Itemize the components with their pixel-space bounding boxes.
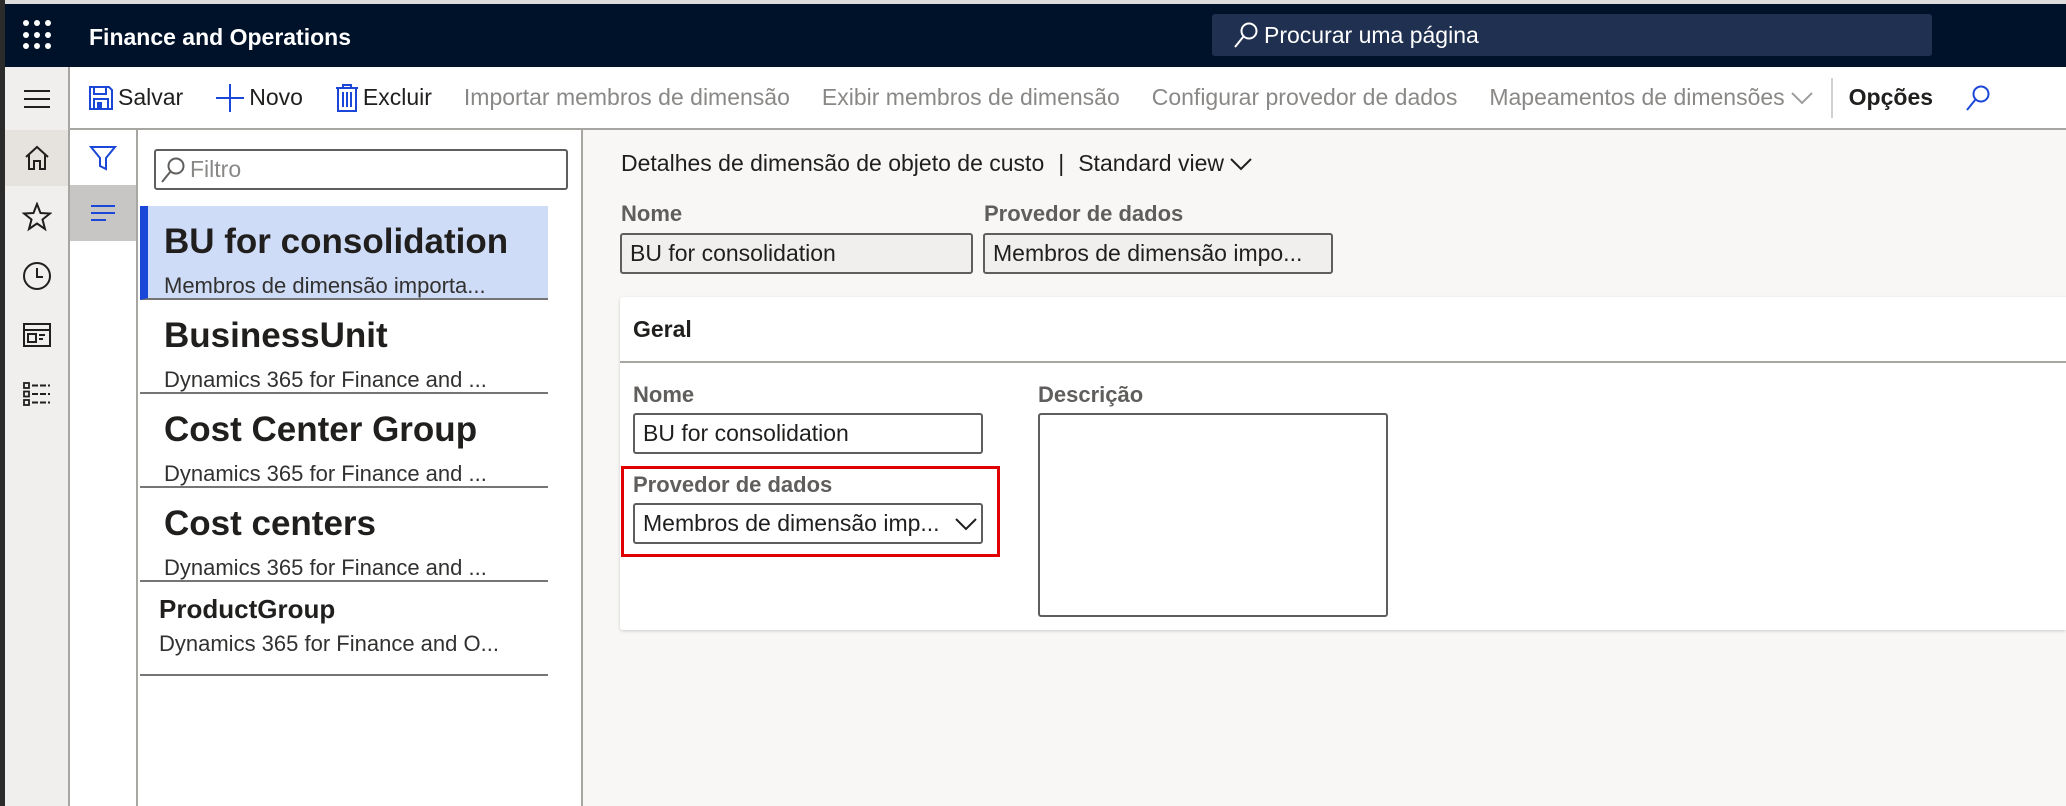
app-title: Finance and Operations (89, 24, 351, 50)
chevron-down-icon (1790, 91, 1813, 104)
list-item-subtitle: Membros de dimensão importa... (164, 273, 486, 298)
new-label: Novo (249, 84, 303, 110)
app-launcher-icon[interactable] (23, 20, 53, 50)
list-item-subtitle: Dynamics 365 for Finance and ... (164, 367, 487, 392)
fasttab-header-general[interactable]: Geral (620, 297, 2066, 363)
list-view-toggle-button[interactable] (70, 185, 136, 241)
filter-field[interactable] (190, 156, 550, 183)
header-provider-field[interactable]: Membros de dimensão impo... (983, 233, 1333, 274)
description-label: Descrição (1038, 382, 1144, 407)
page-search-input[interactable]: Procurar uma página (1212, 14, 1932, 56)
general-fasttab: Geral Nome BU for consolidation Provedor… (620, 297, 2066, 630)
data-provider-label: Provedor de dados (633, 472, 833, 497)
dimension-mappings-label: Mapeamentos de dimensões (1489, 84, 1785, 110)
search-placeholder: Procurar uma página (1264, 21, 1479, 48)
nav-home[interactable] (5, 130, 68, 186)
data-provider-value: Membros de dimensão imp... (643, 510, 940, 536)
list-filter-input[interactable] (154, 149, 568, 190)
list-item-title: BU for consolidation (164, 222, 509, 261)
nav-workspaces[interactable] (5, 307, 68, 363)
header-name-label: Nome (621, 201, 683, 226)
list-item-title: Cost centers (164, 504, 377, 543)
list-item-title: Cost Center Group (164, 410, 478, 449)
workspace-icon (22, 323, 51, 347)
page-title-text: Detalhes de dimensão de objeto de custo (621, 150, 1045, 176)
name-label: Nome (633, 382, 695, 407)
filter-icon (89, 146, 117, 171)
list-item-title: ProductGroup (159, 594, 336, 624)
chevron-down-icon (1230, 157, 1252, 170)
configure-data-provider-button[interactable]: Configurar provedor de dados (1152, 84, 1458, 111)
plus-icon (216, 83, 245, 112)
options-tab[interactable]: Opções (1849, 84, 1933, 111)
description-textarea[interactable] (1038, 413, 1388, 617)
hamburger-menu-button[interactable] (5, 71, 68, 127)
nav-favorites[interactable] (5, 189, 68, 245)
list-item[interactable]: ProductGroup Dynamics 365 for Finance an… (140, 582, 548, 676)
search-icon (1966, 85, 1990, 111)
menu-icon (23, 90, 50, 108)
delete-button[interactable]: Excluir (335, 83, 432, 113)
search-icon (1234, 22, 1258, 48)
list-item[interactable]: BU for consolidation Membros de dimensão… (140, 206, 548, 300)
list-item[interactable]: Cost centers Dynamics 365 for Finance an… (140, 488, 548, 582)
view-dimension-members-button[interactable]: Exibir membros de dimensão (822, 84, 1120, 111)
list-item-subtitle: Dynamics 365 for Finance and ... (164, 555, 487, 580)
clock-icon (22, 262, 51, 290)
list-item[interactable]: BusinessUnit Dynamics 365 for Finance an… (140, 300, 548, 394)
search-icon (161, 157, 185, 183)
star-icon (21, 202, 52, 232)
save-button[interactable]: Salvar (88, 84, 183, 111)
save-label: Salvar (118, 84, 184, 110)
save-icon (89, 85, 113, 110)
page-title: Detalhes de dimensão de objeto de custo … (621, 150, 1252, 177)
home-icon (24, 145, 49, 170)
action-search-button[interactable] (1965, 84, 1995, 112)
nav-modules[interactable] (5, 366, 68, 422)
trash-icon (335, 83, 358, 112)
list-lines-icon (91, 205, 115, 221)
name-input[interactable]: BU for consolidation (633, 413, 983, 454)
import-dimension-members-button[interactable]: Importar membros de dimensão (464, 84, 790, 111)
data-provider-select[interactable]: Membros de dimensão imp... (633, 503, 983, 544)
dimension-mappings-menu[interactable]: Mapeamentos de dimensões (1489, 84, 1816, 111)
list-item-subtitle: Dynamics 365 for Finance and ... (164, 461, 487, 486)
record-list: BU for consolidation Membros de dimensão… (138, 130, 583, 806)
view-name: Standard view (1078, 150, 1224, 176)
list-item-title: BusinessUnit (164, 316, 388, 355)
view-selector[interactable]: Standard view (1078, 150, 1252, 177)
toolbar-divider (1830, 77, 1833, 118)
details-pane: Detalhes de dimensão de objeto de custo … (583, 130, 2066, 806)
app-header: Finance and Operations Procurar uma pági… (5, 0, 2066, 67)
new-button[interactable]: Novo (215, 83, 303, 113)
list-pane-toggles (70, 130, 138, 806)
action-pane: Salvar Novo Excluir Importar membros de … (70, 67, 2066, 130)
header-name-field[interactable]: BU for consolidation (620, 233, 973, 274)
list-item-subtitle: Dynamics 365 for Finance and O... (159, 631, 499, 656)
filter-toggle-button[interactable] (70, 130, 136, 186)
chevron-down-icon (955, 517, 977, 530)
delete-label: Excluir (362, 84, 432, 110)
nav-recent[interactable] (5, 248, 68, 304)
list-item[interactable]: Cost Center Group Dynamics 365 for Finan… (140, 394, 548, 488)
list-icon (22, 382, 50, 406)
navigation-rail (5, 67, 70, 806)
title-separator: | (1058, 150, 1065, 176)
header-provider-label: Provedor de dados (984, 201, 1184, 226)
